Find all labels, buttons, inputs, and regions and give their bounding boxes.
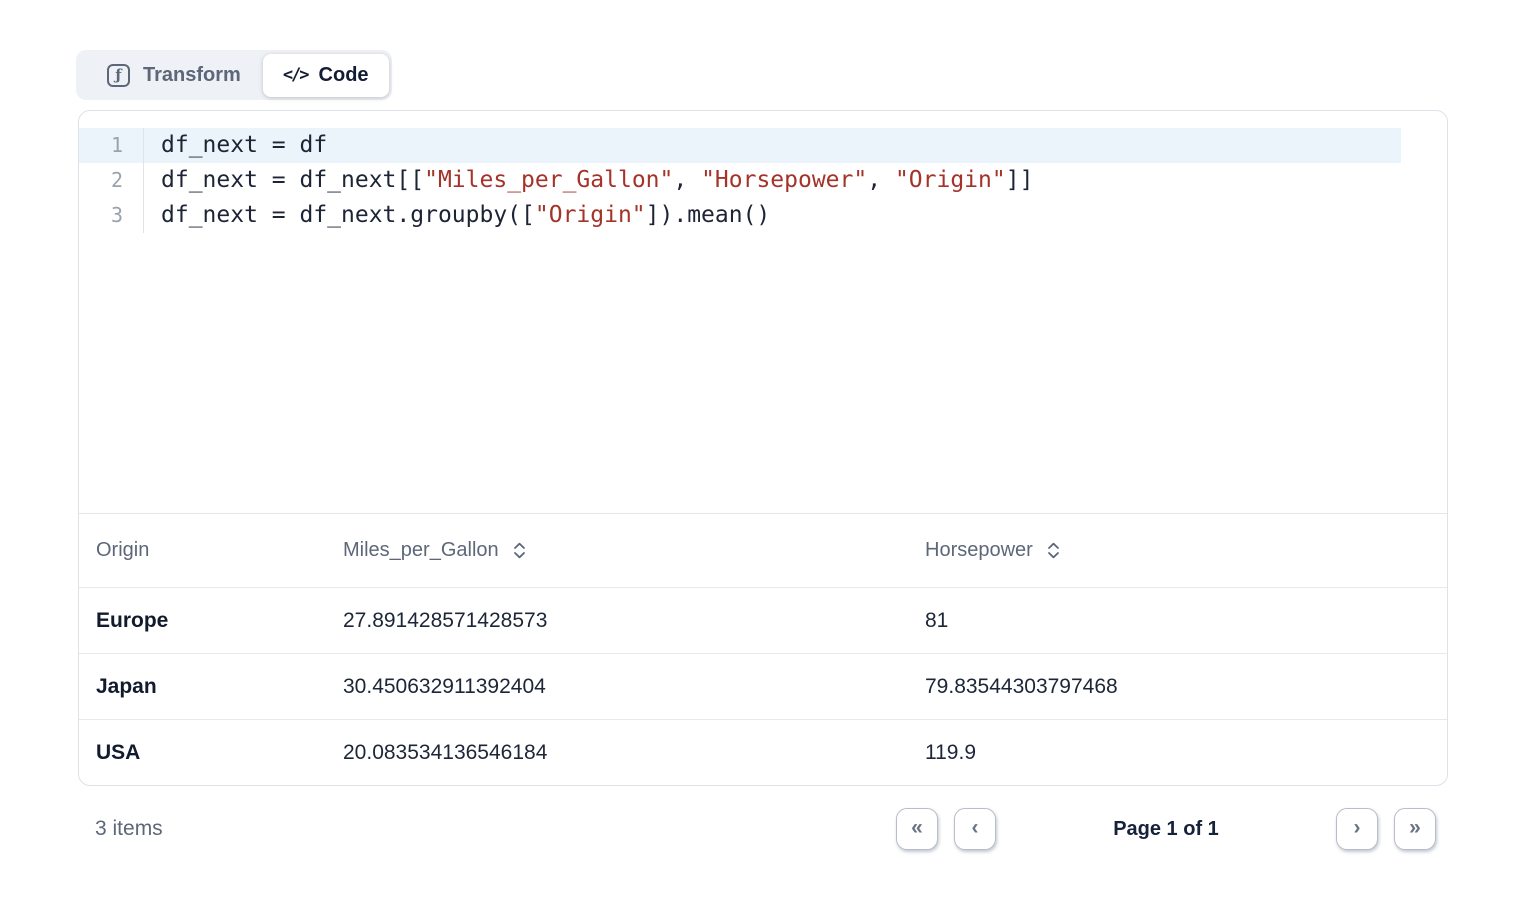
code-line-text: df_next = df_next.groupby(["Origin"]).me… — [144, 198, 770, 233]
sort-icon[interactable] — [512, 541, 527, 560]
column-header-miles-per-gallon[interactable]: Miles_per_Gallon — [326, 539, 908, 562]
row-label: Japan — [79, 675, 326, 699]
code-token: , — [867, 167, 895, 193]
code-token-string: "Miles_per_Gallon" — [424, 167, 673, 193]
cell-miles-per-gallon: 30.450632911392404 — [326, 675, 908, 699]
results-table: Origin Miles_per_Gallon Horsepower — [79, 513, 1447, 785]
code-token-string: "Origin" — [535, 202, 646, 228]
column-header-label: Miles_per_Gallon — [343, 539, 499, 562]
table-footer: 3 items « ‹ Page 1 of 1 › » — [78, 786, 1448, 872]
code-token: df_next = df_next.groupby([ — [161, 202, 535, 228]
code-token: df_next = df — [161, 132, 327, 158]
cell-horsepower: 119.9 — [908, 741, 1447, 765]
next-page-button[interactable]: › — [1336, 808, 1378, 850]
code-token-string: "Horsepower" — [701, 167, 867, 193]
column-header-origin: Origin — [79, 539, 326, 562]
double-chevron-right-icon: » — [1409, 817, 1421, 838]
page-indicator: Page 1 of 1 — [1052, 818, 1280, 841]
cell-miles-per-gallon: 20.083534136546184 — [326, 741, 908, 765]
pagination-controls: « ‹ Page 1 of 1 › » — [896, 808, 1436, 850]
code-line: 3 df_next = df_next.groupby(["Origin"]).… — [79, 198, 1401, 233]
code-token-string: "Origin" — [895, 167, 1006, 193]
code-token: ]] — [1006, 167, 1034, 193]
column-header-label: Horsepower — [925, 539, 1033, 562]
view-mode-tabs: ƒ Transform </> Code — [76, 50, 392, 100]
double-chevron-left-icon: « — [911, 817, 923, 838]
tab-transform[interactable]: ƒ Transform — [76, 64, 263, 87]
row-label: Europe — [79, 609, 326, 633]
line-number: 3 — [79, 198, 144, 233]
code-token: , — [673, 167, 701, 193]
code-and-results-panel: 1 df_next = df 2 df_next = df_next[["Mil… — [78, 110, 1448, 786]
cell-horsepower: 79.83544303797468 — [908, 675, 1447, 699]
cell-miles-per-gallon: 27.891428571428573 — [326, 609, 908, 633]
code-editor[interactable]: 1 df_next = df 2 df_next = df_next[["Mil… — [79, 111, 1447, 513]
items-count: 3 items — [78, 817, 163, 841]
column-header-label: Origin — [96, 539, 149, 562]
tab-code-label: Code — [319, 64, 369, 87]
table-header-row: Origin Miles_per_Gallon Horsepower — [79, 514, 1447, 587]
table-row: Japan 30.450632911392404 79.835443037974… — [79, 653, 1447, 719]
row-label: USA — [79, 741, 326, 765]
first-page-button[interactable]: « — [896, 808, 938, 850]
code-token: df_next = df_next[[ — [161, 167, 424, 193]
code-line-text: df_next = df_next[["Miles_per_Gallon", "… — [144, 163, 1033, 198]
tab-code[interactable]: </> Code — [263, 54, 389, 97]
code-icon: </> — [283, 65, 308, 85]
code-line: 1 df_next = df — [79, 128, 1401, 163]
code-line: 2 df_next = df_next[["Miles_per_Gallon",… — [79, 163, 1401, 198]
last-page-button[interactable]: » — [1394, 808, 1436, 850]
column-header-horsepower[interactable]: Horsepower — [908, 539, 1447, 562]
previous-page-button[interactable]: ‹ — [954, 808, 996, 850]
code-token: ]).mean() — [646, 202, 771, 228]
cell-horsepower: 81 — [908, 609, 1447, 633]
line-number: 1 — [79, 128, 144, 163]
table-row: USA 20.083534136546184 119.9 — [79, 719, 1447, 785]
code-line-text: df_next = df — [144, 128, 327, 163]
sort-icon[interactable] — [1046, 541, 1061, 560]
chevron-right-icon: › — [1354, 817, 1361, 838]
table-row: Europe 27.891428571428573 81 — [79, 587, 1447, 653]
line-number: 2 — [79, 163, 144, 198]
function-icon: ƒ — [107, 64, 130, 87]
chevron-left-icon: ‹ — [972, 817, 979, 838]
tab-transform-label: Transform — [143, 64, 241, 87]
